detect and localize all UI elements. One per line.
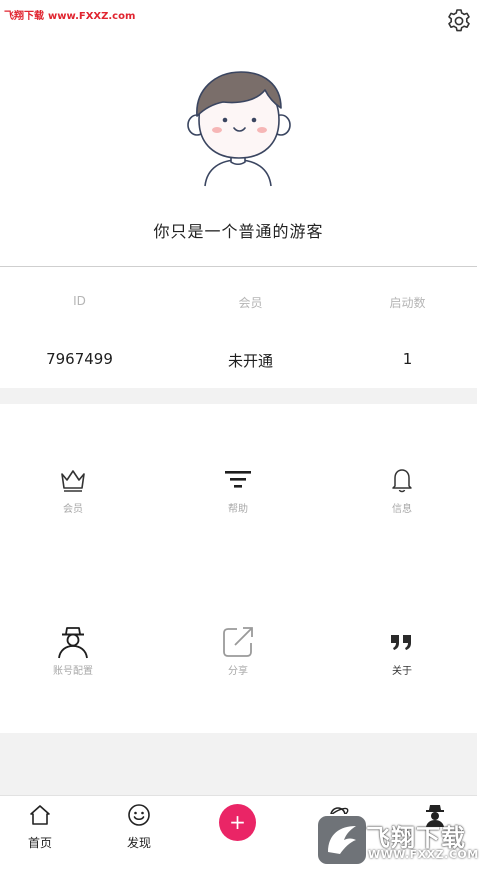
grid-item-account-settings[interactable]: 账号配置 [13,626,133,682]
feixiang-logo-icon [316,814,368,866]
watermark-logo: 飞翔下载 WWW.FXXZ.COM [316,814,478,866]
watermark-top: 飞翔下载 www.FXXZ.com [4,7,135,22]
crown-icon [61,470,85,492]
stat-label: 启动数 [389,296,426,310]
watermark-url: www.FXXZ.com [48,11,136,22]
gear-icon [448,9,470,32]
grid-item-membership[interactable]: 会员 [13,464,133,520]
grid-item-messages[interactable]: 信息 [342,464,462,520]
nav-label: 首页 [27,836,52,850]
avatar[interactable] [183,68,293,188]
grid-item-share[interactable]: 分享 [178,626,298,682]
add-button[interactable]: + [219,804,256,841]
grid-item-label: 关于 [392,666,412,677]
grid-item-label: 会员 [63,504,83,515]
nav-discover[interactable]: 发现 [109,802,169,851]
nav-home[interactable]: 首页 [10,802,70,851]
stat-label: ID [73,294,86,308]
grid-item-label: 信息 [392,504,412,515]
feature-grid: 会员 帮助 信息 账号配置 分享 关于 [0,404,477,733]
grid-item-label: 帮助 [228,504,248,515]
grid-item-help[interactable]: 帮助 [178,464,298,520]
guest-status-text: 你只是一个普通的游客 [153,222,324,241]
boy-avatar-illustration [187,71,291,187]
share-icon [223,627,253,657]
grid-item-label: 账号配置 [53,666,93,677]
stat-value: 1 [402,350,413,368]
home-icon [30,805,50,825]
user-hat-icon [58,627,88,659]
quote-icon [391,635,411,650]
bottom-spacer [0,733,477,795]
stats-panel: ID 7967499 会员 未开通 启动数 1 [0,267,477,388]
nav-label: 发现 [126,836,151,850]
section-separator [0,388,477,404]
stat-value: 未开通 [227,352,273,370]
logo-url: WWW.FXXZ.COM [368,848,479,861]
filter-icon [225,471,251,488]
stat-label: 会员 [238,296,263,310]
bell-icon [392,469,412,493]
stat-value: 7967499 [46,350,113,368]
watermark-name: 飞翔下载 [4,11,44,22]
grid-item-about[interactable]: 关于 [342,626,462,682]
smile-icon [128,804,150,826]
settings-button[interactable] [445,7,473,35]
grid-item-label: 分享 [228,666,248,677]
